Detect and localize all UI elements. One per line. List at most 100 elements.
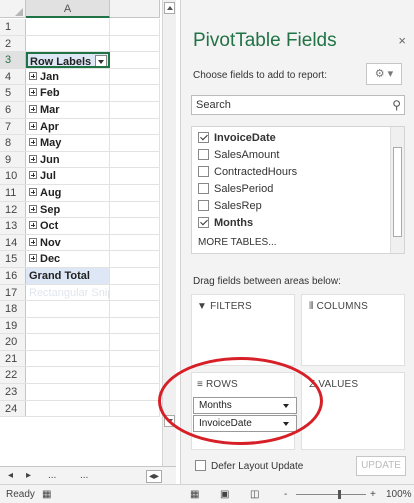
cell-a[interactable]: Dec [26,251,110,267]
checkbox-icon[interactable] [198,199,209,211]
cell-b[interactable] [110,218,160,234]
cell-a[interactable] [26,367,110,384]
field-list-scrollbar[interactable] [390,127,404,253]
scroll-up-arrow-icon[interactable] [164,2,175,14]
expand-icon[interactable] [29,105,37,114]
cell-b[interactable] [110,35,160,52]
cell-b[interactable] [110,151,160,168]
cell-a[interactable] [26,384,110,400]
expand-icon[interactable] [29,204,37,213]
expand-icon[interactable] [29,254,37,263]
row-number[interactable]: 10 [0,168,26,184]
cell-b[interactable] [110,301,160,317]
cell-b[interactable] [110,168,160,184]
cell-b[interactable] [110,85,160,101]
row-number[interactable]: 16 [0,267,26,284]
row-number[interactable]: 5 [0,85,26,101]
cell-b[interactable] [110,135,160,151]
cell-a[interactable]: Sep [26,201,110,218]
expand-icon[interactable] [29,154,37,163]
cell-a[interactable] [26,301,110,317]
cell-a[interactable]: Grand Total [26,267,110,284]
cell-a[interactable] [26,19,110,35]
checkbox-icon[interactable] [195,460,206,471]
update-button[interactable]: UPDATE [356,456,406,476]
cell-a[interactable] [26,400,110,417]
row-number[interactable]: 14 [0,234,26,251]
cell-a[interactable] [26,35,110,52]
search-input[interactable]: Search ⚲ [191,95,405,115]
column-header-a[interactable]: A [26,0,110,18]
checked-checkbox-icon[interactable] [198,131,209,143]
sheet-prev-icon[interactable]: ◂ [8,470,13,481]
cell-a[interactable]: Rectangular Snip [26,284,110,301]
row-number[interactable]: 9 [0,151,26,168]
checkbox-icon[interactable] [198,182,209,194]
expand-icon[interactable] [29,138,37,147]
row-number[interactable]: 8 [0,135,26,151]
cell-b[interactable] [110,68,160,85]
cell-b[interactable] [110,267,160,284]
checkbox-icon[interactable] [198,165,209,177]
cell-a[interactable]: Mar [26,101,110,118]
cell-b[interactable] [110,201,160,218]
field-item[interactable]: SalesRep [198,199,262,215]
cell-b[interactable] [110,350,160,367]
search-icon[interactable]: ⚲ [392,98,401,112]
sheet-scroll-icon[interactable]: ◂▸ [146,470,163,483]
cell-b[interactable] [110,384,160,400]
expand-icon[interactable] [29,88,37,97]
row-number[interactable]: 12 [0,201,26,218]
sheet-next-icon[interactable]: ▸ [26,470,31,481]
row-number[interactable]: 22 [0,367,26,384]
expand-icon[interactable] [29,237,37,246]
row-number[interactable]: 18 [0,301,26,317]
rows-field-invoicedate[interactable]: InvoiceDate [193,415,297,432]
cell-b[interactable] [110,234,160,251]
defer-layout-checkbox[interactable]: Defer Layout Update [195,460,303,472]
sheet-tabs-ellipsis-2[interactable]: ... [80,470,88,481]
row-number[interactable]: 19 [0,317,26,334]
field-item[interactable]: InvoiceDate [198,131,276,147]
field-item[interactable]: SalesAmount [198,148,279,164]
row-number[interactable]: 4 [0,68,26,85]
row-number[interactable]: 6 [0,101,26,118]
row-number[interactable]: 1 [0,19,26,35]
cell-b[interactable] [110,251,160,267]
field-item[interactable]: SalesPeriod [198,182,273,198]
sheet-vertical-scrollbar[interactable] [162,0,176,480]
cell-b[interactable] [110,101,160,118]
zoom-slider[interactable] [296,494,366,495]
row-labels-cell[interactable]: Row Labels [26,52,110,68]
row-number[interactable]: 7 [0,118,26,135]
cell-a[interactable]: May [26,135,110,151]
cell-a[interactable]: Apr [26,118,110,135]
row-number[interactable]: 21 [0,350,26,367]
cell-a[interactable] [26,334,110,350]
gear-icon[interactable]: ⚙ ▾ [366,63,402,85]
row-number[interactable]: 17 [0,284,26,301]
checkbox-icon[interactable] [198,148,209,160]
expand-icon[interactable] [29,221,37,230]
scroll-down-arrow-icon[interactable] [164,415,175,427]
row-number[interactable]: 24 [0,400,26,417]
row-number[interactable]: 13 [0,218,26,234]
field-item[interactable]: ContractedHours [198,165,297,181]
select-all-corner[interactable] [0,0,26,18]
cell-b[interactable] [110,118,160,135]
more-tables-link[interactable]: MORE TABLES... [198,237,277,248]
close-icon[interactable]: × [398,33,406,48]
expand-icon[interactable] [29,71,37,80]
column-header-b[interactable] [110,0,160,18]
cell-a[interactable]: Oct [26,218,110,234]
macro-record-icon[interactable]: ▦ [42,489,51,500]
expand-icon[interactable] [29,188,37,197]
zoom-in-button[interactable]: + [370,489,376,500]
cell-a[interactable]: Jun [26,151,110,168]
cell-b[interactable] [110,317,160,334]
zoom-out-button[interactable]: - [284,489,287,500]
cell-a[interactable]: Nov [26,234,110,251]
filter-dropdown-icon[interactable] [95,55,108,66]
cell-a[interactable]: Jul [26,168,110,184]
field-item[interactable]: Months [198,216,253,232]
